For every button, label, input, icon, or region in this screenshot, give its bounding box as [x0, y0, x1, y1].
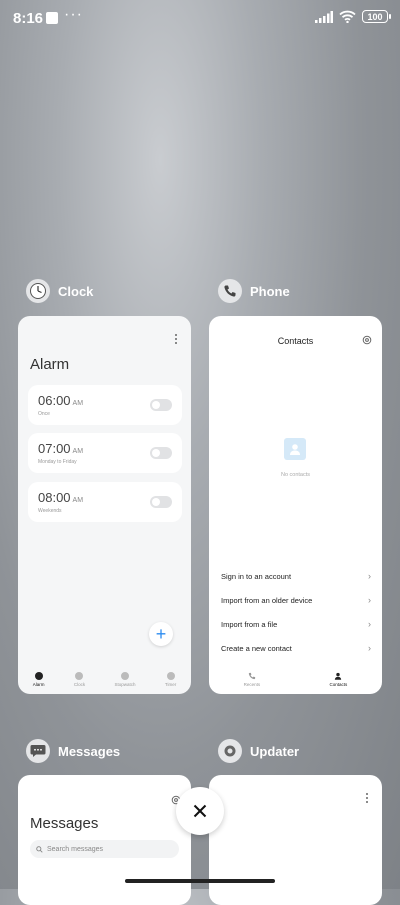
recent-app-card-clock[interactable]: Alarm 06:00 AM Once 07:00 AM Monday to Fri…: [18, 316, 191, 694]
alarm-item: 07:00 AM Monday to Friday: [28, 433, 182, 473]
app-name: Phone: [250, 283, 290, 299]
status-bar: 8:16 ··· 100: [0, 0, 400, 36]
more-notifications-indicator: ···: [64, 6, 83, 23]
bottom-nav: Recents Contacts: [209, 664, 382, 694]
nav-item-recents: Recents: [243, 672, 261, 687]
menu-item-import-file: Import from a file ›: [221, 617, 371, 631]
updater-app-icon: [218, 739, 242, 763]
add-alarm-icon: +: [149, 622, 173, 646]
search-input: Search messages: [30, 840, 179, 858]
more-options-icon: [175, 334, 177, 344]
menu-label: Create a new contact: [221, 643, 292, 653]
nav-label: Clock: [73, 681, 86, 687]
alarm-repeat: Monday to Friday: [38, 459, 77, 465]
wifi-icon: [339, 10, 356, 23]
battery-icon: 100: [362, 10, 391, 23]
alarm-icon: [34, 671, 43, 680]
person-icon: [335, 672, 342, 680]
nav-label: Contacts: [329, 681, 348, 687]
alarm-time-value: 08:00: [38, 490, 71, 505]
app-header-updater[interactable]: Updater: [218, 739, 299, 763]
nav-label: Timer: [164, 681, 177, 687]
app-name: Updater: [250, 743, 300, 759]
notification-icon: [46, 12, 58, 24]
clear-all-button[interactable]: [176, 787, 224, 835]
alarm-toggle: [150, 496, 172, 508]
app-header-messages[interactable]: Messages: [26, 739, 120, 763]
phone-icon: [248, 672, 256, 679]
search-placeholder: Search messages: [47, 845, 104, 853]
signal-icon: [315, 10, 333, 23]
phone-app-icon: [218, 279, 242, 303]
chevron-right-icon: ›: [368, 571, 371, 581]
battery-level: 100: [367, 11, 383, 22]
nav-label: Stopwatch: [114, 681, 136, 687]
menu-item-sign-in: Sign in to an account ›: [221, 569, 371, 583]
alarm-time: 07:00 AM: [38, 441, 83, 456]
menu-item-import-device: Import from an older device ›: [221, 593, 371, 607]
app-header-clock[interactable]: Clock: [26, 279, 93, 303]
recent-app-card-updater[interactable]: [209, 775, 382, 905]
clock-icon: [75, 671, 84, 680]
app-name: Clock: [58, 283, 94, 299]
alarm-repeat: Once: [38, 411, 50, 417]
status-time: 8:16: [13, 10, 44, 27]
nav-item-timer: Timer: [164, 671, 177, 687]
nav-label: Recents: [243, 681, 261, 687]
bottom-nav: Alarm Clock Stopwatch Timer: [18, 664, 191, 694]
menu-item-create-contact: Create a new contact ›: [221, 641, 371, 655]
menu-label: Import from a file: [221, 619, 278, 629]
chevron-right-icon: ›: [368, 619, 371, 629]
alarm-ampm: AM: [72, 448, 84, 455]
page-title: Messages: [30, 815, 99, 832]
alarm-time: 08:00 AM: [38, 490, 83, 505]
close-icon: [193, 804, 207, 818]
app-header-phone[interactable]: Phone: [218, 279, 290, 303]
app-name: Messages: [58, 743, 121, 759]
nav-item-alarm: Alarm: [32, 671, 45, 687]
menu-label: Import from an older device: [221, 595, 313, 605]
search-icon: [36, 845, 43, 853]
alarm-time: 06:00 AM: [38, 393, 83, 408]
alarm-repeat: Weekends: [38, 508, 62, 514]
nav-item-contacts: Contacts: [329, 672, 348, 687]
menu-label: Sign in to an account: [221, 571, 292, 581]
nav-item-clock: Clock: [73, 671, 86, 687]
more-options-icon: [366, 793, 368, 803]
alarm-toggle: [150, 447, 172, 459]
alarm-ampm: AM: [72, 497, 84, 504]
clock-app-icon: [26, 279, 50, 303]
nav-item-stopwatch: Stopwatch: [114, 671, 136, 687]
recent-app-card-messages[interactable]: Messages Search messages: [18, 775, 191, 905]
nav-label: Alarm: [32, 681, 45, 687]
alarm-time-value: 07:00: [38, 441, 71, 456]
stopwatch-icon: [121, 671, 129, 680]
alarm-time-value: 06:00: [38, 393, 71, 408]
hourglass-icon: [166, 671, 175, 680]
home-indicator[interactable]: [125, 879, 275, 883]
alarm-item: 08:00 AM Weekends: [28, 482, 182, 522]
alarm-item: 06:00 AM Once: [28, 385, 182, 425]
page-title: Contacts: [277, 336, 314, 346]
contact-placeholder-icon: [284, 438, 306, 460]
alarm-toggle: [150, 399, 172, 411]
alarm-ampm: AM: [72, 400, 84, 407]
messages-app-icon: [26, 739, 50, 763]
chevron-right-icon: ›: [368, 643, 371, 653]
gear-icon: [362, 335, 372, 345]
chevron-right-icon: ›: [368, 595, 371, 605]
empty-state-text: No contacts: [280, 472, 311, 478]
page-title: Alarm: [30, 356, 70, 373]
recent-app-card-phone[interactable]: Contacts No contacts Sign in to an accou…: [209, 316, 382, 694]
